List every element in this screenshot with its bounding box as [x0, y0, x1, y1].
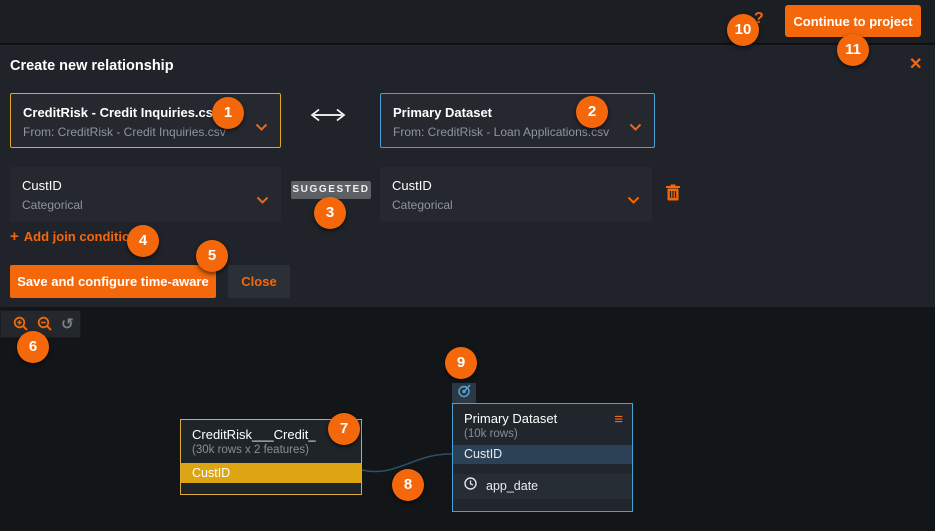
- node-subtitle: (10k rows): [464, 428, 622, 440]
- delete-join-icon[interactable]: [665, 184, 681, 207]
- clock-icon: [464, 474, 477, 499]
- node-date-label: app_date: [486, 474, 538, 499]
- right-dataset-dropdown[interactable]: Primary Dataset From: CreditRisk - Loan …: [380, 93, 655, 148]
- node-header: Primary Dataset (10k rows) ≡: [453, 404, 632, 445]
- right-key-type: Categorical: [392, 198, 453, 212]
- app-screen: ? Continue to project Create new relatio…: [0, 0, 935, 531]
- left-key-name: CustID: [22, 178, 62, 193]
- target-icon: [457, 384, 471, 403]
- node-date-row[interactable]: app_date: [453, 474, 632, 499]
- chevron-down-icon: [629, 118, 642, 136]
- graph-node-primary-dataset[interactable]: Primary Dataset (10k rows) ≡ CustID app_…: [452, 403, 633, 512]
- left-key-type: Categorical: [22, 198, 83, 212]
- node-key-row[interactable]: CustID: [181, 463, 361, 483]
- panel-close-icon[interactable]: ✕: [909, 58, 922, 72]
- left-join-key-dropdown[interactable]: CustID Categorical: [10, 167, 281, 222]
- annotation-badge-5: 5: [196, 240, 228, 272]
- top-bar: ? Continue to project: [0, 0, 935, 44]
- right-key-name: CustID: [392, 178, 432, 193]
- panel-title: Create new relationship: [10, 58, 174, 74]
- primary-dataset-tab: [452, 383, 476, 403]
- left-dataset-title: CreditRisk - Credit Inquiries.csv: [23, 105, 220, 120]
- annotation-badge-2: 2: [576, 96, 608, 128]
- annotation-badge-10: 10: [727, 14, 759, 46]
- annotation-badge-1: 1: [212, 97, 244, 129]
- node-menu-icon[interactable]: ≡: [614, 412, 623, 427]
- close-button[interactable]: Close: [228, 265, 290, 298]
- annotation-badge-11: 11: [837, 34, 869, 66]
- node-key-row[interactable]: CustID: [453, 445, 632, 464]
- annotation-badge-7: 7: [328, 413, 360, 445]
- node-title: Primary Dataset: [464, 411, 622, 426]
- save-configure-time-aware-button[interactable]: Save and configure time-aware: [10, 265, 216, 298]
- add-join-label: Add join condition: [24, 229, 138, 244]
- annotation-badge-4: 4: [127, 225, 159, 257]
- create-relationship-panel: Create new relationship ✕ CreditRisk - C…: [0, 45, 935, 307]
- right-dataset-source: From: CreditRisk - Loan Applications.csv: [393, 125, 609, 139]
- plus-icon: +: [10, 228, 19, 245]
- zoom-in-icon[interactable]: [13, 316, 29, 332]
- zoom-out-icon[interactable]: [37, 316, 53, 332]
- annotation-badge-9: 9: [445, 347, 477, 379]
- relationship-graph-canvas: ↺ CreditRisk___Credit_ (30k rows x 2 fea…: [0, 307, 935, 531]
- annotation-badge-3: 3: [314, 197, 346, 229]
- right-join-key-dropdown[interactable]: CustID Categorical: [380, 167, 652, 222]
- annotation-badge-8: 8: [392, 469, 424, 501]
- add-join-condition-link[interactable]: + Add join condition: [10, 228, 138, 245]
- annotation-badge-6: 6: [17, 331, 49, 363]
- zoom-reset-icon[interactable]: ↺: [61, 317, 74, 332]
- chevron-down-icon: [255, 118, 268, 136]
- right-dataset-title: Primary Dataset: [393, 105, 492, 120]
- bidirectional-arrow-icon: [307, 108, 349, 127]
- continue-to-project-button[interactable]: Continue to project: [785, 5, 921, 37]
- chevron-down-icon: [627, 191, 640, 209]
- chevron-down-icon: [256, 191, 269, 209]
- left-dataset-source: From: CreditRisk - Credit Inquiries.csv: [23, 125, 226, 139]
- node-subtitle: (30k rows x 2 features): [192, 444, 351, 456]
